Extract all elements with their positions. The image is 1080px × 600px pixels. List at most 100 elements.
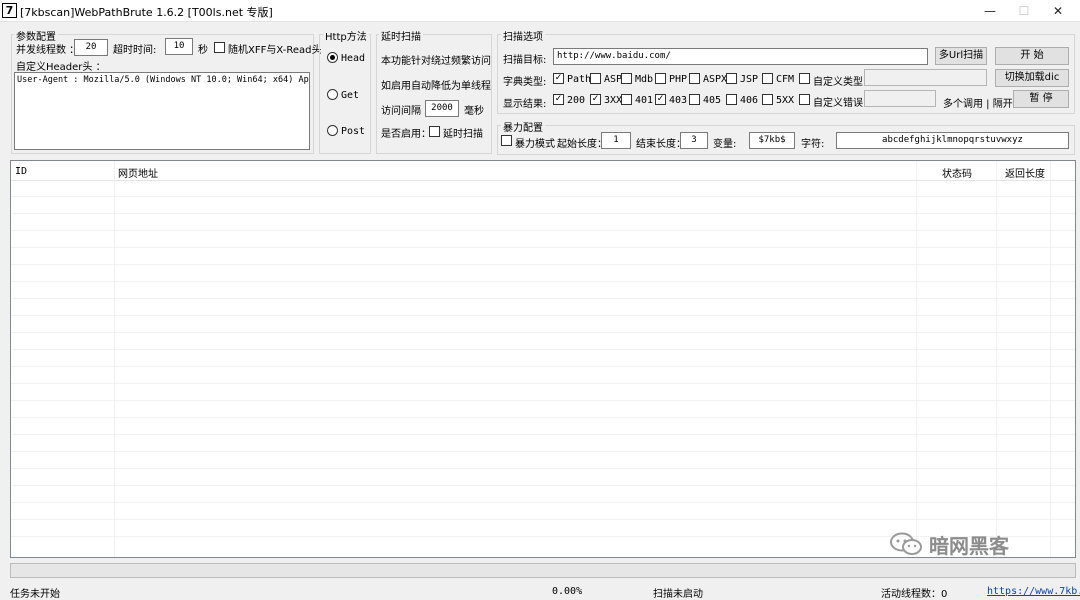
switch-dic-button[interactable]: 切换加载dic — [995, 69, 1069, 87]
header-textarea[interactable]: User-Agent : Mozilla/5.0 (Windows NT 10.… — [14, 72, 310, 150]
dict-aspx-checkbox[interactable] — [689, 73, 700, 84]
result-5xx-label: 5XX — [776, 95, 795, 106]
result-406-checkbox[interactable] — [726, 94, 737, 105]
row-line — [11, 315, 1075, 316]
header-label: 自定义Header头 ： — [16, 62, 106, 73]
result-5xx-checkbox[interactable] — [762, 94, 773, 105]
interval-unit: 毫秒 — [464, 106, 484, 117]
threads-label: 并发线程数 ： — [16, 45, 80, 56]
var-input[interactable]: $7kb$ — [749, 132, 795, 149]
col-status[interactable]: 状态码 — [942, 165, 972, 180]
http-group-label: Http方法 — [323, 28, 369, 43]
dict-path-checkbox[interactable]: ✓ — [553, 73, 564, 84]
target-label: 扫描目标: — [503, 55, 547, 66]
dict-mdb-checkbox[interactable] — [621, 73, 632, 84]
app-icon: 7 — [2, 3, 17, 18]
col-length[interactable]: 返回长度 — [1005, 165, 1045, 180]
row-line — [11, 451, 1075, 452]
dict-aspx-label: ASPX — [703, 74, 728, 85]
window-title: [7kbscan]WebPathBrute 1.6.2 [T00ls.net 专… — [20, 6, 273, 19]
brute-mode-checkbox[interactable] — [501, 135, 512, 146]
row-line — [11, 417, 1075, 418]
timeout-unit: 秒 — [198, 45, 208, 56]
result-405-checkbox[interactable] — [689, 94, 700, 105]
delay-enable-label: 是否启用： — [381, 129, 431, 140]
column-divider — [996, 161, 997, 557]
header-text: User-Agent : Mozilla/5.0 (Windows NT 10.… — [17, 75, 309, 85]
random-xff-label: 随机XFF与X-Read头 — [228, 45, 322, 56]
timeout-label: 超时时间: — [113, 45, 157, 56]
http-head-label: Head — [341, 53, 366, 64]
custom-type-label: 自定义类型 — [813, 77, 863, 88]
active-threads: 活动线程数：0 — [881, 589, 948, 600]
column-divider — [916, 161, 917, 557]
custom-error-checkbox[interactable] — [799, 94, 810, 105]
watermark-text: 暗网黑客 — [929, 533, 1009, 558]
delay-enable-checkbox-label: 延时扫描 — [443, 129, 483, 140]
scan-group-label: 扫描选项 — [501, 28, 545, 43]
col-id[interactable]: ID — [15, 166, 27, 177]
custom-error-label: 自定义错误 — [813, 98, 863, 109]
http-post-radio[interactable] — [327, 125, 338, 136]
show-result-label: 显示结果: — [503, 99, 547, 110]
chars-input[interactable]: abcdefghijklmnopqrstuvwxyz — [836, 132, 1069, 149]
var-label: 变量: — [713, 139, 737, 150]
delay-note-2: 如启用自动降低为单线程 — [381, 81, 491, 92]
result-401-checkbox[interactable] — [621, 94, 632, 105]
start-length-input[interactable]: 1 — [601, 132, 631, 149]
target-input[interactable]: http://www.baidu.com/ — [553, 48, 928, 65]
dict-php-label: PHP — [669, 74, 688, 85]
row-line — [11, 281, 1075, 282]
row-line — [11, 230, 1075, 231]
multi-url-button[interactable]: 多Url扫描 — [935, 47, 987, 65]
wechat-icon — [890, 532, 922, 555]
result-401-label: 401 — [635, 95, 654, 106]
dict-cfm-checkbox[interactable] — [762, 73, 773, 84]
delay-enable-checkbox[interactable] — [429, 126, 440, 137]
custom-type-input[interactable] — [864, 69, 987, 86]
http-get-radio[interactable] — [327, 89, 338, 100]
http-get-label: Get — [341, 90, 360, 101]
custom-type-checkbox[interactable] — [799, 73, 810, 84]
dict-php-checkbox[interactable] — [655, 73, 666, 84]
site-link[interactable]: https://www.7kb.org — [987, 586, 1080, 597]
start-button[interactable]: 开 始 — [995, 47, 1069, 65]
custom-error-input[interactable] — [864, 90, 936, 107]
delay-note-1: 本功能针对绕过频繁访问 — [381, 56, 491, 67]
row-line — [11, 349, 1075, 350]
dict-jsp-label: JSP — [740, 74, 759, 85]
scan-state: 扫描未启动 — [653, 589, 703, 600]
pause-button[interactable]: 暂 停 — [1013, 90, 1069, 108]
title-bar: 7 [7kbscan]WebPathBrute 1.6.2 [T00ls.net… — [0, 0, 1080, 22]
timeout-input[interactable]: 10 — [165, 38, 193, 55]
dict-asp-checkbox[interactable] — [590, 73, 601, 84]
delay-group-label: 延时扫描 — [379, 28, 423, 43]
random-xff-checkbox[interactable] — [214, 42, 225, 53]
row-line — [11, 468, 1075, 469]
row-line — [11, 383, 1075, 384]
result-200-checkbox[interactable]: ✓ — [553, 94, 564, 105]
http-post-label: Post — [341, 126, 366, 137]
task-status: 任务未开始 — [10, 589, 60, 600]
end-length-input[interactable]: 3 — [680, 132, 708, 149]
http-head-radio[interactable] — [327, 52, 338, 63]
dict-type-label: 字典类型: — [503, 77, 547, 88]
start-length-label: 起始长度： — [557, 139, 607, 150]
end-length-label: 结束长度： — [636, 139, 686, 150]
row-line — [11, 400, 1075, 401]
row-line — [11, 298, 1075, 299]
result-200-label: 200 — [567, 95, 586, 106]
interval-input[interactable]: 2000 — [425, 100, 459, 117]
col-url[interactable]: 网页地址 — [118, 165, 158, 180]
result-3xx-checkbox[interactable]: ✓ — [590, 94, 601, 105]
results-table[interactable]: ID 网页地址 状态码 返回长度 暗网黑客 — [10, 160, 1076, 558]
result-403-checkbox[interactable]: ✓ — [655, 94, 666, 105]
dict-jsp-checkbox[interactable] — [726, 73, 737, 84]
row-line — [11, 213, 1075, 214]
threads-input[interactable]: 20 — [74, 39, 108, 56]
close-button[interactable]: ✕ — [1036, 0, 1080, 22]
column-divider — [1050, 161, 1051, 557]
row-line — [11, 196, 1075, 197]
row-line — [11, 366, 1075, 367]
progress-percent: 0.00% — [552, 586, 583, 597]
